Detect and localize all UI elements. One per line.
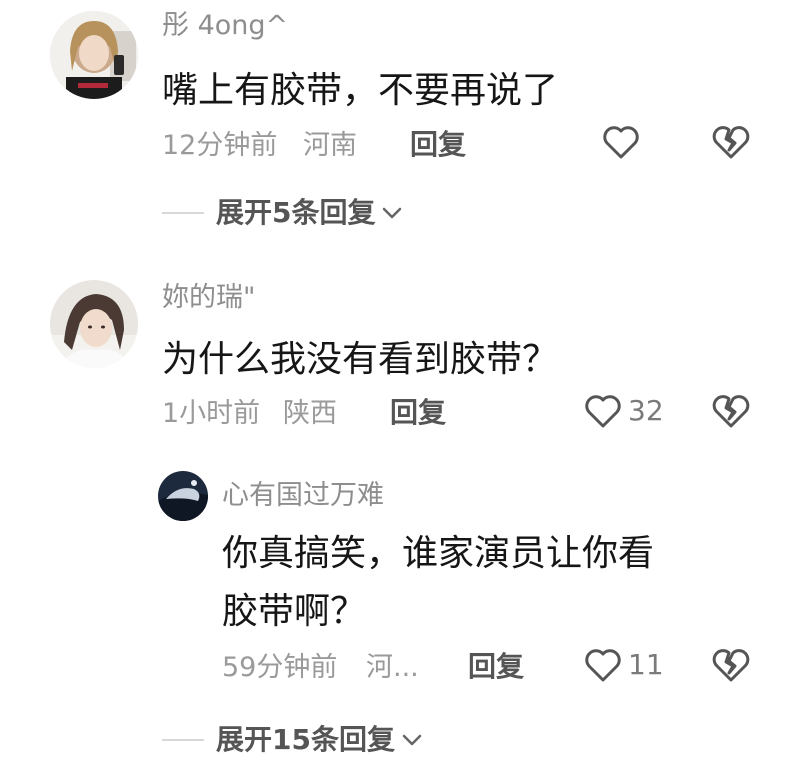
heart-outline-icon xyxy=(603,126,639,159)
heart-outline-icon xyxy=(585,395,621,428)
reply-button[interactable]: 回复 xyxy=(410,131,466,159)
divider-line xyxy=(162,739,204,741)
dislike-button[interactable] xyxy=(712,393,750,433)
dislike-button[interactable] xyxy=(712,647,750,687)
avatar[interactable] xyxy=(50,11,138,99)
chevron-down-icon xyxy=(402,734,422,746)
expand-replies-label: 展开15条回复 xyxy=(216,723,395,756)
expand-replies-button[interactable]: 展开15条回复 xyxy=(162,726,423,754)
comment-location: 河... xyxy=(366,652,419,683)
chevron-down-icon xyxy=(383,207,402,219)
username[interactable]: 彤 4ong^ xyxy=(162,12,288,39)
avatar[interactable] xyxy=(50,280,138,368)
comment-1: 彤 4ong^ 嘴上有胶带，不要再说了 12分钟前 河南 回复 展开5条回复 xyxy=(0,0,800,260)
reply-button[interactable]: 回复 xyxy=(390,399,446,427)
comment-time: 12分钟前 xyxy=(162,130,278,161)
divider-line xyxy=(162,212,204,214)
reply-button[interactable]: 回复 xyxy=(468,653,524,681)
avatar[interactable] xyxy=(158,471,208,521)
comment-time: 59分钟前 xyxy=(222,652,338,683)
comment-2: 妳的瑞" 为什么我没有看到胶带？ 1小时前 陕西 回复 32 心有国过万难 你真… xyxy=(0,270,800,766)
comment-time: 1小时前 xyxy=(162,398,261,429)
like-button[interactable]: 11 xyxy=(584,647,664,683)
like-count: 32 xyxy=(628,394,664,427)
broken-heart-icon xyxy=(712,126,750,159)
comment-location: 陕西 xyxy=(283,398,337,429)
comment-text-line-2: 胶带啊？ xyxy=(222,591,367,632)
like-count: 11 xyxy=(628,648,664,681)
username[interactable]: 心有国过万难 xyxy=(222,482,384,509)
broken-heart-icon xyxy=(712,395,750,428)
comment-location: 河南 xyxy=(303,130,357,161)
comment-text: 为什么我没有看到胶带？ xyxy=(162,339,559,380)
like-button[interactable] xyxy=(602,124,640,160)
like-button[interactable]: 32 xyxy=(584,393,664,429)
user-avatar-icon xyxy=(158,471,208,521)
dislike-button[interactable] xyxy=(712,124,750,164)
user-avatar-icon xyxy=(50,11,138,99)
comment-text: 嘴上有胶带，不要再说了 xyxy=(162,70,559,111)
broken-heart-icon xyxy=(712,649,750,682)
heart-outline-icon xyxy=(585,649,621,682)
comment-text-line-1: 你真搞笑，谁家演员让你看 xyxy=(222,533,655,574)
expand-replies-label: 展开5条回复 xyxy=(216,196,376,229)
expand-replies-button[interactable]: 展开5条回复 xyxy=(162,199,403,227)
username[interactable]: 妳的瑞" xyxy=(162,284,255,311)
user-avatar-icon xyxy=(50,280,138,368)
